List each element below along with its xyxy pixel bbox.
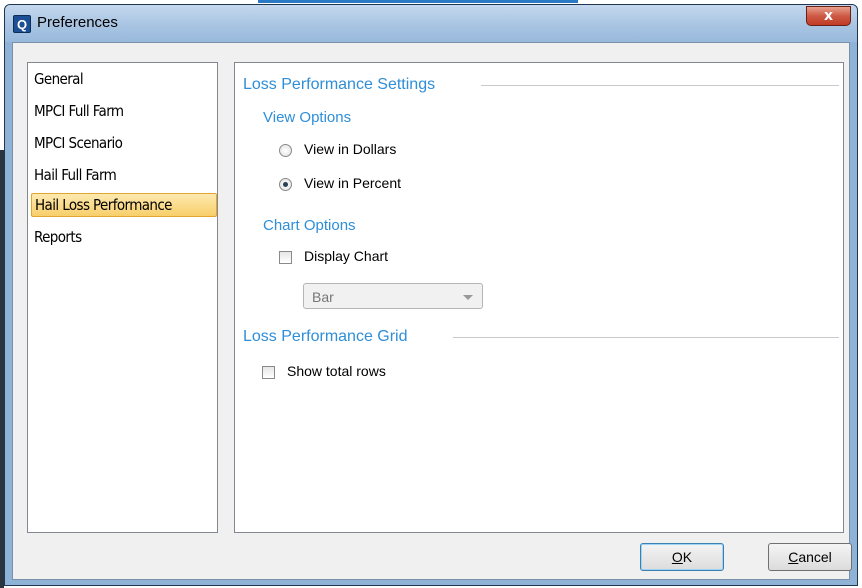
view-in-percent-radio[interactable] (279, 178, 292, 191)
app-q-icon: Q (13, 15, 31, 33)
section-divider (453, 337, 839, 338)
ok-button[interactable]: OK (640, 543, 724, 571)
chart-options-heading: Chart Options (263, 217, 356, 234)
section-divider (481, 85, 839, 86)
settings-panel: Loss Performance Settings View Options V… (234, 62, 844, 533)
ok-mnemonic: O (671, 549, 683, 565)
cancel-label: ancel (798, 549, 832, 565)
close-button[interactable]: x (806, 6, 851, 26)
nav-item-hail-loss-performance[interactable]: Hail Loss Performance (31, 193, 217, 217)
view-in-percent-label[interactable]: View in Percent (304, 175, 401, 191)
nav-item-mpci-full-farm[interactable]: MPCI Full Farm (31, 100, 217, 124)
loss-performance-grid-heading: Loss Performance Grid (243, 328, 408, 345)
ok-label: K (682, 549, 693, 565)
show-total-rows-checkbox[interactable] (262, 366, 275, 379)
chevron-down-icon (463, 295, 473, 300)
display-chart-label[interactable]: Display Chart (304, 248, 388, 264)
display-chart-checkbox[interactable] (279, 251, 292, 264)
nav-item-reports[interactable]: Reports (31, 226, 217, 250)
cancel-mnemonic: C (788, 549, 799, 565)
view-in-dollars-radio[interactable] (279, 144, 292, 157)
window-title: Preferences (37, 14, 118, 31)
preferences-dialog: Q Preferences x General MPCI Full Farm M… (4, 4, 858, 586)
loss-performance-settings-heading: Loss Performance Settings (243, 76, 436, 93)
close-icon: x (823, 8, 834, 24)
background-window-edge (258, 0, 578, 3)
view-in-dollars-label[interactable]: View in Dollars (304, 141, 396, 157)
chart-type-dropdown[interactable]: Bar (303, 283, 483, 309)
nav-item-mpci-scenario[interactable]: MPCI Scenario (31, 132, 217, 156)
title-bar[interactable]: Q Preferences x (5, 5, 857, 42)
preferences-category-list: General MPCI Full Farm MPCI Scenario Hai… (27, 62, 218, 533)
show-total-rows-label[interactable]: Show total rows (287, 363, 386, 379)
chart-type-value: Bar (312, 289, 334, 305)
nav-item-hail-full-farm[interactable]: Hail Full Farm (31, 164, 217, 188)
nav-item-general[interactable]: General (31, 68, 217, 92)
view-options-heading: View Options (263, 109, 352, 126)
dialog-client-area: General MPCI Full Farm MPCI Scenario Hai… (12, 42, 850, 580)
cancel-button[interactable]: Cancel (768, 543, 852, 571)
